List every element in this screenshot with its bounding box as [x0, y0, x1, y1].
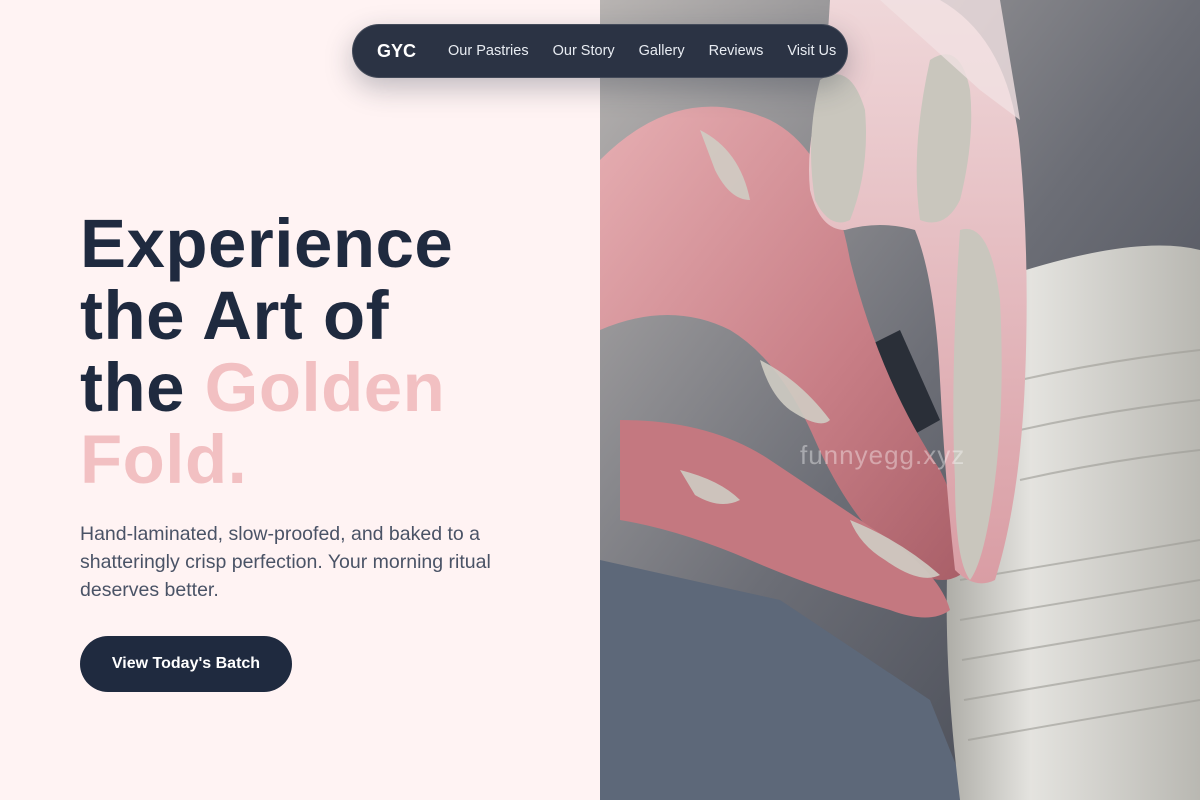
nav-link-visit-us[interactable]: Visit Us [787, 43, 836, 59]
headline-accent-fold: Fold. [80, 421, 248, 498]
hero-photo-clay-hands [600, 0, 1200, 800]
headline-line-3-prefix: the [80, 349, 205, 426]
nav-link-our-pastries[interactable]: Our Pastries [448, 43, 529, 59]
nav-link-gallery[interactable]: Gallery [639, 43, 685, 59]
hero-subtitle: Hand-laminated, slow-proofed, and baked … [80, 523, 491, 601]
headline-accent-golden: Golden [204, 349, 446, 426]
nav-link-reviews[interactable]: Reviews [709, 43, 764, 59]
headline-line-2: the Art of [80, 277, 390, 354]
top-navigation: GYC Our Pastries Our Story Gallery Revie… [352, 24, 848, 78]
hero-headline: Experience the Art of the Golden Fold. [80, 208, 560, 496]
watermark-text: funnyegg.xyz [800, 440, 966, 470]
view-todays-batch-button[interactable]: View Today's Batch [80, 636, 292, 692]
brand-logo[interactable]: GYC [377, 41, 416, 62]
nav-link-our-story[interactable]: Our Story [553, 43, 615, 59]
headline-line-1: Experience [80, 205, 454, 282]
